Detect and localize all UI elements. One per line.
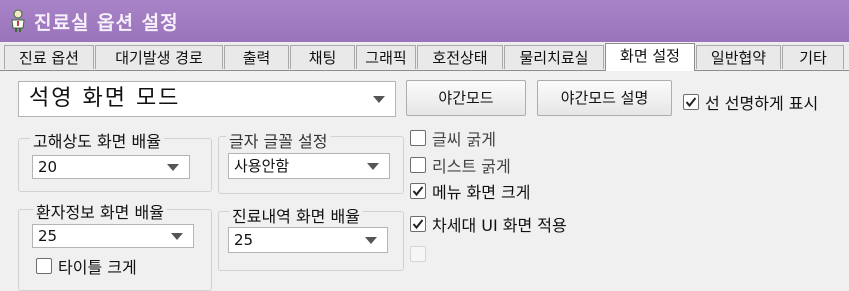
tab-clinic-options[interactable]: 진료 옵션 — [4, 45, 94, 69]
hires-scale-label: 고해상도 화면 배율 — [30, 128, 164, 152]
chevron-down-icon — [365, 237, 377, 244]
bold-list-checkbox[interactable]: 리스트 굵게 — [410, 153, 511, 177]
checkbox-box — [410, 216, 426, 232]
checkbox-box — [410, 183, 426, 199]
large-menu-checkbox[interactable]: 메뉴 화면 크게 — [410, 179, 531, 203]
tab-improvement-status[interactable]: 호전상태 — [417, 45, 503, 69]
next-gen-ui-label: 차세대 UI 화면 적용 — [432, 216, 567, 235]
checkbox-box — [410, 157, 426, 173]
tab-screen-settings[interactable]: 화면 설정 — [605, 43, 695, 71]
tab-print[interactable]: 출력 — [224, 45, 289, 69]
patient-info-scale-select[interactable]: 25 — [32, 224, 194, 248]
bold-list-label: 리스트 굵게 — [432, 157, 511, 176]
sharp-line-checkbox[interactable]: 선 선명하게 표시 — [683, 90, 818, 114]
history-scale-select[interactable]: 25 — [228, 227, 388, 253]
screen-mode-value: 석영 화면 모드 — [29, 86, 181, 111]
chevron-down-icon — [171, 233, 183, 240]
chevron-down-icon — [167, 164, 179, 171]
hires-scale-select[interactable]: 20 — [32, 155, 190, 179]
tab-graphic[interactable]: 그래픽 — [356, 45, 416, 69]
screen-settings-panel: 석영 화면 모드 야간모드 야간모드 설명 선 선명하게 표시 고해상도 화면 … — [0, 71, 849, 291]
title-large-label: 타이틀 크게 — [58, 258, 137, 277]
window-title: 진료실 옵션 설정 — [34, 12, 179, 34]
history-scale-label: 진료내역 화면 배율 — [229, 203, 363, 227]
sharp-line-label: 선 선명하게 표시 — [705, 94, 819, 113]
font-setting-value: 사용안함 — [234, 157, 290, 175]
checkbox-box — [410, 130, 426, 146]
hires-scale-value: 20 — [38, 158, 58, 176]
tab-physio-room[interactable]: 물리치료실 — [504, 45, 604, 69]
chevron-down-icon — [373, 96, 385, 103]
night-mode-button[interactable]: 야간모드 — [406, 80, 526, 116]
large-menu-label: 메뉴 화면 크게 — [432, 183, 531, 202]
disabled-option-checkbox — [410, 246, 432, 262]
bold-text-checkbox[interactable]: 글씨 굵게 — [410, 126, 496, 150]
tab-general-agreement[interactable]: 일반협약 — [696, 45, 781, 69]
title-bar: 진료실 옵션 설정 — [0, 0, 849, 42]
bold-text-label: 글씨 굵게 — [432, 130, 496, 149]
checkbox-box — [410, 246, 426, 262]
tab-wait-route[interactable]: 대기발생 경로 — [95, 45, 223, 69]
font-setting-label: 글자 글꼴 설정 — [226, 128, 331, 152]
patient-info-scale-label: 환자정보 화면 배율 — [33, 199, 167, 223]
tab-etc[interactable]: 기타 — [782, 45, 844, 69]
patient-info-scale-value: 25 — [38, 227, 58, 245]
title-large-checkbox[interactable]: 타이틀 크게 — [36, 254, 137, 278]
font-setting-select[interactable]: 사용안함 — [228, 153, 390, 179]
history-scale-value: 25 — [234, 231, 254, 249]
night-mode-help-button[interactable]: 야간모드 설명 — [537, 80, 672, 116]
next-gen-ui-checkbox[interactable]: 차세대 UI 화면 적용 — [410, 212, 567, 236]
chevron-down-icon — [367, 163, 379, 170]
checkbox-box — [683, 94, 699, 110]
tab-chat[interactable]: 채팅 — [290, 45, 355, 69]
doctor-figure-icon — [9, 9, 27, 33]
checkbox-box — [36, 258, 52, 274]
tab-strip: 진료 옵션 대기발생 경로 출력 채팅 그래픽 호전상태 물리치료실 화면 설정… — [0, 43, 849, 71]
screen-mode-select[interactable]: 석영 화면 모드 — [18, 81, 396, 117]
